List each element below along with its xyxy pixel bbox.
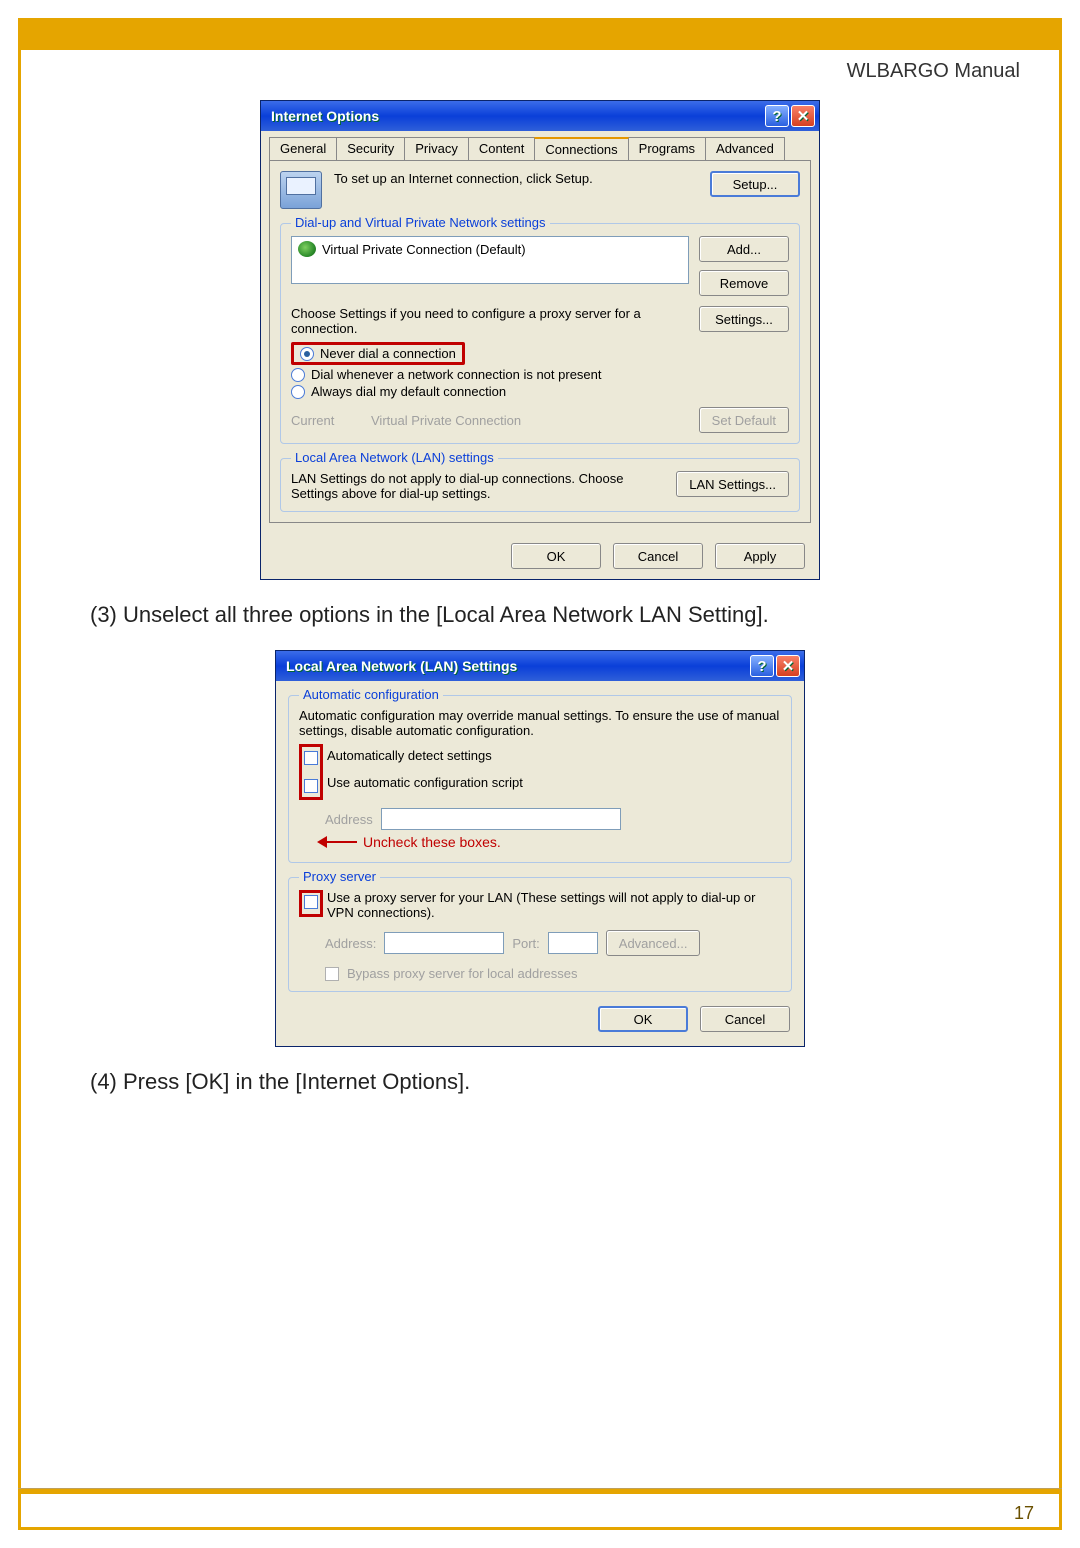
- globe-icon: [298, 241, 316, 257]
- current-value: Virtual Private Connection: [371, 413, 679, 428]
- radio-always-dial[interactable]: [291, 385, 305, 399]
- current-label: Current: [291, 413, 351, 428]
- help-button[interactable]: ?: [765, 105, 789, 127]
- ok-button[interactable]: OK: [511, 543, 601, 569]
- list-item-label: Virtual Private Connection (Default): [322, 242, 526, 257]
- cancel-button[interactable]: Cancel: [700, 1006, 790, 1032]
- close-button[interactable]: ✕: [776, 655, 800, 677]
- address-label: Address: [325, 812, 373, 827]
- checkbox-bypass-label: Bypass proxy server for local addresses: [347, 966, 577, 981]
- list-item[interactable]: Virtual Private Connection (Default): [294, 239, 686, 259]
- automatic-config-text: Automatic configuration may override man…: [299, 708, 781, 738]
- remove-button[interactable]: Remove: [699, 270, 789, 296]
- document-title: WLBARGO Manual: [847, 60, 1020, 83]
- set-default-button: Set Default: [699, 407, 789, 433]
- dialog-title: Local Area Network (LAN) Settings: [286, 658, 517, 674]
- lan-settings-title: Local Area Network (LAN) settings: [291, 450, 498, 465]
- advanced-button: Advanced...: [606, 930, 701, 956]
- checkbox-use-script[interactable]: [304, 779, 318, 793]
- radio-dial-whenever[interactable]: [291, 368, 305, 382]
- annotation-text: Uncheck these boxes.: [363, 834, 501, 850]
- tab-advanced[interactable]: Advanced: [705, 137, 785, 160]
- radio-never-dial[interactable]: [300, 347, 314, 361]
- page-number: 17: [1014, 1503, 1034, 1524]
- instruction-step-4: (4) Press [OK] in the [Internet Options]…: [90, 1069, 1020, 1095]
- dialog-title: Internet Options: [271, 108, 379, 124]
- address-input: [381, 808, 621, 830]
- add-button[interactable]: Add...: [699, 236, 789, 262]
- checkbox-use-proxy-label: Use a proxy server for your LAN (These s…: [327, 890, 781, 920]
- checkbox-auto-detect[interactable]: [304, 751, 318, 765]
- tab-general[interactable]: General: [269, 137, 337, 160]
- checkbox-highlight-box: [299, 744, 323, 800]
- tab-connections[interactable]: Connections: [534, 137, 628, 160]
- tab-security[interactable]: Security: [336, 137, 405, 160]
- tab-content[interactable]: Content: [468, 137, 536, 160]
- lan-settings-dialog: Local Area Network (LAN) Settings ? ✕ Au…: [275, 650, 805, 1047]
- dialup-vpn-group: Dial-up and Virtual Private Network sett…: [280, 223, 800, 444]
- uncheck-annotation: Uncheck these boxes.: [325, 834, 781, 850]
- proxy-port-input: [548, 932, 598, 954]
- radio-always-dial-row[interactable]: Always dial my default connection: [291, 384, 789, 399]
- page-footer-rule: [18, 1488, 1062, 1494]
- radio-dial-whenever-label: Dial whenever a network connection is no…: [311, 367, 602, 382]
- internet-options-dialog: Internet Options ? ✕ General Security Pr…: [260, 100, 820, 580]
- tabs: General Security Privacy Content Connect…: [269, 137, 811, 160]
- tab-programs[interactable]: Programs: [628, 137, 706, 160]
- proxy-address-input: [384, 932, 504, 954]
- checkbox-highlight-box-2: [299, 890, 323, 917]
- tab-privacy[interactable]: Privacy: [404, 137, 469, 160]
- connections-listbox[interactable]: Virtual Private Connection (Default): [291, 236, 689, 284]
- automatic-config-group: Automatic configuration Automatic config…: [288, 695, 792, 863]
- settings-button[interactable]: Settings...: [699, 306, 789, 332]
- setup-button[interactable]: Setup...: [710, 171, 800, 197]
- lan-settings-button[interactable]: LAN Settings...: [676, 471, 789, 497]
- proxy-server-title: Proxy server: [299, 869, 380, 884]
- apply-button[interactable]: Apply: [715, 543, 805, 569]
- close-button[interactable]: ✕: [791, 105, 815, 127]
- dialog-buttons: OK Cancel Apply: [261, 533, 819, 579]
- checkbox-use-script-label: Use automatic configuration script: [327, 775, 523, 790]
- dialog-buttons: OK Cancel: [288, 992, 792, 1034]
- lan-settings-text: LAN Settings do not apply to dial-up con…: [291, 471, 666, 501]
- proxy-server-group: Proxy server Use a proxy server for your…: [288, 877, 792, 992]
- proxy-address-label: Address:: [325, 936, 376, 951]
- radio-dial-whenever-row[interactable]: Dial whenever a network connection is no…: [291, 367, 789, 382]
- checkbox-auto-detect-label: Automatically detect settings: [327, 748, 523, 763]
- instruction-step-3: (3) Unselect all three options in the [L…: [90, 602, 1020, 628]
- arrow-left-icon: [325, 841, 357, 843]
- checkbox-use-proxy[interactable]: [304, 895, 318, 909]
- lan-settings-group: Local Area Network (LAN) settings LAN Se…: [280, 458, 800, 512]
- titlebar: Internet Options ? ✕: [261, 101, 819, 131]
- dialup-vpn-title: Dial-up and Virtual Private Network sett…: [291, 215, 550, 230]
- help-button[interactable]: ?: [750, 655, 774, 677]
- titlebar: Local Area Network (LAN) Settings ? ✕: [276, 651, 804, 681]
- tab-panel-connections: To set up an Internet connection, click …: [269, 160, 811, 523]
- proxy-port-label: Port:: [512, 936, 539, 951]
- setup-text: To set up an Internet connection, click …: [334, 171, 698, 186]
- page-content: Internet Options ? ✕ General Security Pr…: [60, 100, 1020, 1117]
- checkbox-bypass: [325, 967, 339, 981]
- cancel-button[interactable]: Cancel: [613, 543, 703, 569]
- ok-button[interactable]: OK: [598, 1006, 688, 1032]
- radio-always-label: Always dial my default connection: [311, 384, 506, 399]
- automatic-config-title: Automatic configuration: [299, 687, 443, 702]
- never-dial-highlight: Never dial a connection: [291, 342, 465, 365]
- choose-settings-text: Choose Settings if you need to configure…: [291, 306, 689, 336]
- radio-never-label: Never dial a connection: [320, 346, 456, 361]
- connection-icon: [280, 171, 322, 209]
